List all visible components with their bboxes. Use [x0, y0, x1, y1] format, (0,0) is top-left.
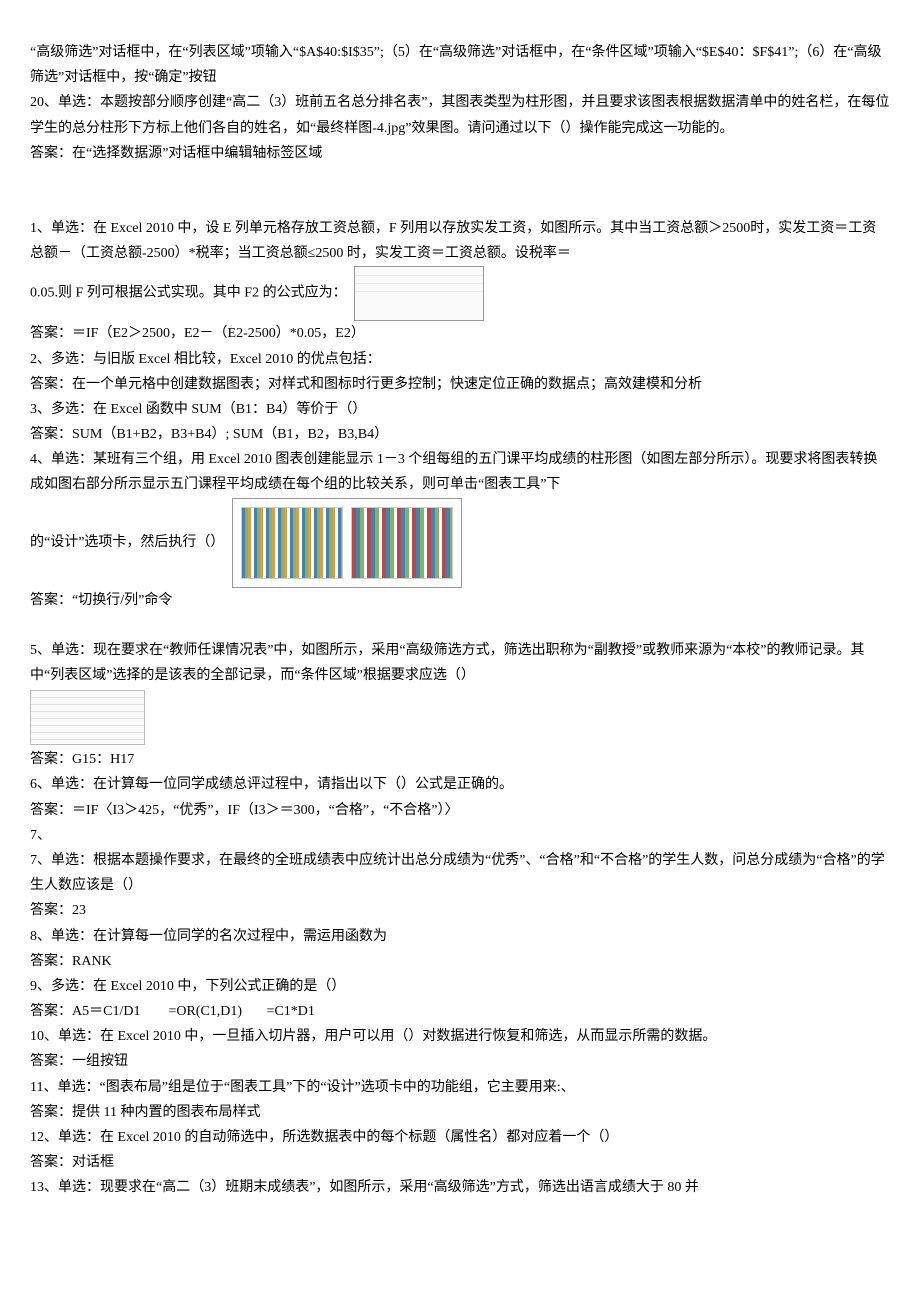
- q7-answer: 答案：23: [30, 898, 890, 923]
- q4-text: 4、单选：某班有三个组，用 Excel 2010 图表创建能显示 1－3 个组每…: [30, 447, 890, 497]
- q7-text: 7、单选：根据本题操作要求，在最终的全班成绩表中应统计出总分成绩为“优秀”、“合…: [30, 848, 890, 898]
- q1-answer: 答案：＝IF（E2＞2500，E2－（E2-2500）*0.05，E2）: [30, 321, 890, 346]
- q10-answer: 答案：一组按钮: [30, 1049, 890, 1074]
- q9-answer: 答案：A5＝C1/D1 =OR(C1,D1) =C1*D1: [30, 999, 890, 1024]
- q1-prefix: 0.05.则 F 列可根据公式实现。其中 F2 的公式应为：: [30, 286, 347, 301]
- q1-text-suffix: 0.05.则 F 列可根据公式实现。其中 F2 的公式应为：: [30, 266, 890, 321]
- q6-answer: 答案：＝IF〈I3＞425，“优秀”，IF（I3＞＝300，“合格”，“不合格”…: [30, 798, 890, 823]
- q1-text: 1、单选：在 Excel 2010 中，设 E 列单元格存放工资总额，F 列用以…: [30, 216, 890, 266]
- q12-answer: 答案：对话框: [30, 1150, 890, 1175]
- top-paragraph-2: 20、单选：本题按部分顺序创建“高二（3）班前五名总分排名表”，其图表类型为柱形…: [30, 90, 890, 140]
- q10-text: 10、单选：在 Excel 2010 中，一旦插入切片器，用户可以用（）对数据进…: [30, 1024, 890, 1049]
- q3-answer: 答案：SUM（B1+B2，B3+B4）; SUM（B1，B2，B3,B4）: [30, 422, 890, 447]
- top-answer: 答案：在“选择数据源”对话框中编辑轴标签区域: [30, 141, 890, 166]
- q11-answer: 答案：提供 11 种内置的图表布局样式: [30, 1100, 890, 1125]
- q9-text: 9、多选：在 Excel 2010 中，下列公式正确的是（）: [30, 974, 890, 999]
- q4-suffix: 的“设计”选项卡，然后执行（）: [30, 535, 224, 550]
- q6-text: 6、单选：在计算每一位同学成绩总评过程中，请指出以下（）公式是正确的。: [30, 772, 890, 797]
- grid-thumbnail-icon: [30, 690, 145, 745]
- q7-extra: 7、: [30, 823, 890, 848]
- q5-text: 5、单选：现在要求在“教师任课情况表”中，如图所示，采用“高级筛选方式，筛选出职…: [30, 638, 890, 688]
- q4-answer: 答案：“切换行/列”命令: [30, 588, 890, 613]
- q2-text: 2、多选：与旧版 Excel 相比较，Excel 2010 的优点包括：: [30, 347, 890, 372]
- q8-answer: 答案：RANK: [30, 949, 890, 974]
- q3-text: 3、多选：在 Excel 函数中 SUM（B1：B4）等价于（）: [30, 397, 890, 422]
- q11-text: 11、单选：“图表布局”组是位于“图表工具”下的“设计”选项卡中的功能组，它主要…: [30, 1075, 890, 1100]
- q4-suffix-line: 的“设计”选项卡，然后执行（）: [30, 498, 890, 588]
- q13-text: 13、单选：现要求在“高二（3）班期末成绩表”，如图所示，采用“高级筛选”方式，…: [30, 1175, 890, 1200]
- top-paragraph-1: “高级筛选”对话框中，在“列表区域”项输入“$A$40:$I$35”;（5）在“…: [30, 40, 890, 90]
- q12-text: 12、单选：在 Excel 2010 的自动筛选中，所选数据表中的每个标题（属性…: [30, 1125, 890, 1150]
- q5-answer: 答案：G15：H17: [30, 747, 890, 772]
- table-thumbnail-icon: [354, 266, 484, 321]
- chart-pair-thumbnail-icon: [232, 498, 462, 588]
- q8-text: 8、单选：在计算每一位同学的名次过程中，需运用函数为: [30, 924, 890, 949]
- q2-answer: 答案：在一个单元格中创建数据图表；对样式和图标时行更多控制；快速定位正确的数据点…: [30, 372, 890, 397]
